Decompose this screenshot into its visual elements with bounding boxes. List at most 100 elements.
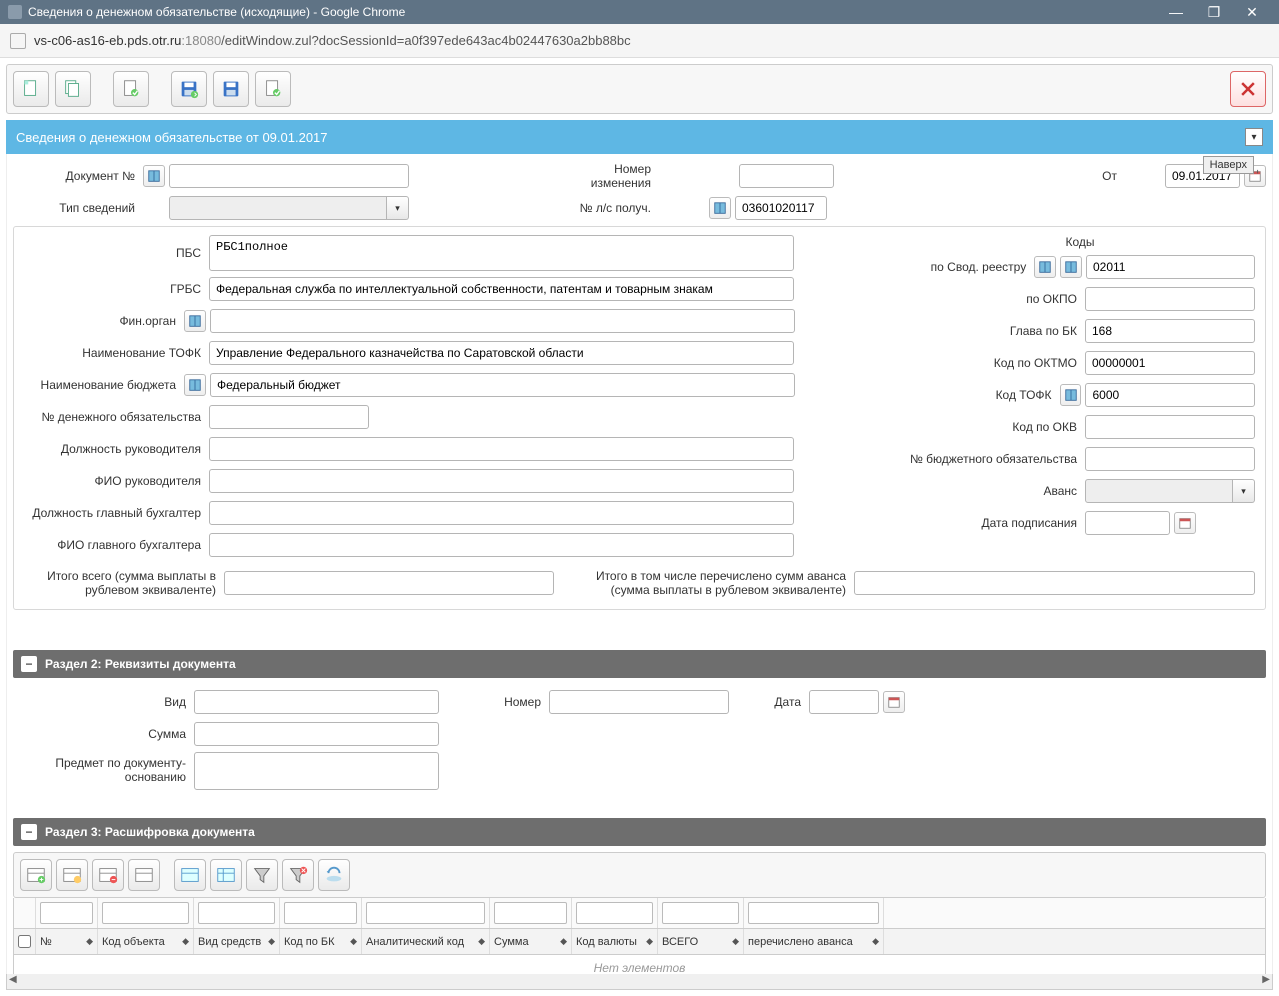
filter-col-4[interactable] — [366, 902, 485, 924]
toolbar-btn-6[interactable] — [255, 71, 291, 107]
filter-col-3[interactable] — [284, 902, 357, 924]
window-close-button[interactable]: ✕ — [1233, 4, 1271, 21]
close-button[interactable] — [1230, 71, 1266, 107]
grid-col-0[interactable]: №◆ — [36, 929, 98, 954]
toolbar-btn-2[interactable] — [55, 71, 91, 107]
section3-collapse-icon[interactable]: − — [21, 824, 37, 840]
predmet-input[interactable] — [194, 752, 439, 790]
grid-toolbar — [13, 852, 1266, 898]
summa-input[interactable] — [194, 722, 439, 746]
avans-dropdown-icon[interactable] — [1233, 479, 1255, 503]
doc-no-lookup-icon[interactable] — [143, 165, 165, 187]
okpo-input[interactable] — [1085, 287, 1255, 311]
minimize-button[interactable]: — — [1157, 4, 1195, 20]
kod-tofk-lookup-icon[interactable] — [1060, 384, 1082, 406]
filter-col-1[interactable] — [102, 902, 189, 924]
nomer-input[interactable] — [549, 690, 729, 714]
window-titlebar: Сведения о денежном обязательстве (исход… — [0, 0, 1279, 24]
filter-col-7[interactable] — [662, 902, 739, 924]
save-button-2[interactable] — [213, 71, 249, 107]
pbs-input[interactable] — [209, 235, 794, 271]
grid-col-5[interactable]: Сумма◆ — [490, 929, 572, 954]
filter-col-0[interactable] — [40, 902, 93, 924]
grid-col-6[interactable]: Код валюты◆ — [572, 929, 658, 954]
grid-btn-refresh[interactable] — [318, 859, 350, 891]
naverh-button[interactable]: Наверх — [1203, 156, 1254, 174]
grbs-input[interactable] — [209, 277, 794, 301]
tip-svedeniy-dropdown-icon[interactable] — [387, 196, 409, 220]
doc-no-input[interactable] — [169, 164, 409, 188]
glav-buh-dolzhnost-input[interactable] — [209, 501, 794, 525]
toolbar-btn-1[interactable] — [13, 71, 49, 107]
grid-col-8[interactable]: перечислено аванса◆ — [744, 929, 884, 954]
oktmo-input[interactable] — [1085, 351, 1255, 375]
data-podpis-calendar-icon[interactable] — [1174, 512, 1196, 534]
data-podpis-input[interactable] — [1085, 511, 1170, 535]
grid-btn-delete[interactable] — [92, 859, 124, 891]
grid-btn-edit[interactable] — [56, 859, 88, 891]
ruk-fio-input[interactable] — [209, 469, 794, 493]
tip-svedeniy-combo[interactable] — [169, 196, 409, 220]
grid-btn-copy[interactable] — [128, 859, 160, 891]
save-button-1[interactable] — [171, 71, 207, 107]
ls-no-input[interactable] — [735, 196, 827, 220]
fin-organ-input[interactable] — [210, 309, 795, 333]
maximize-button[interactable]: ❐ — [1195, 4, 1233, 21]
grid-btn-filter[interactable] — [246, 859, 278, 891]
label-svod-reestr: по Свод. реестру — [905, 260, 1034, 274]
grid-checkbox-all[interactable] — [18, 935, 31, 948]
svod-lookup-icon-1[interactable] — [1034, 256, 1056, 278]
label-summa: Сумма — [19, 727, 194, 741]
grid-col-3[interactable]: Код по БК◆ — [280, 929, 362, 954]
tofk-name-input[interactable] — [209, 341, 794, 365]
itogo-vsego-input[interactable] — [224, 571, 554, 595]
glava-bk-input[interactable] — [1085, 319, 1255, 343]
ruk-dolzhnost-input[interactable] — [209, 437, 794, 461]
grid-btn-filter-clear[interactable] — [282, 859, 314, 891]
budget-lookup-icon[interactable] — [184, 374, 206, 396]
grid-empty-text: Нет элементов — [13, 955, 1266, 974]
toolbar-btn-3[interactable] — [113, 71, 149, 107]
avans-combo[interactable] — [1085, 479, 1255, 503]
glav-buh-fio-input[interactable] — [209, 533, 794, 557]
label-pbs: ПБС — [24, 246, 209, 260]
itogo-avansa-input[interactable] — [854, 571, 1255, 595]
ls-lookup-icon[interactable] — [709, 197, 731, 219]
grid-col-2[interactable]: Вид средств◆ — [194, 929, 280, 954]
budzh-obyaz-no-input[interactable] — [1085, 447, 1255, 471]
header-collapse-button[interactable] — [1245, 128, 1263, 146]
label-itogo-vsego: Итого всего (сумма выплаты в рублевом эк… — [24, 569, 224, 597]
fin-organ-lookup-icon[interactable] — [184, 310, 206, 332]
grid-col-7[interactable]: ВСЕГО◆ — [658, 929, 744, 954]
grid-col-4[interactable]: Аналитический код◆ — [362, 929, 490, 954]
nomer-izmeneniya-input[interactable] — [739, 164, 834, 188]
label-okv: Код по ОКВ — [905, 420, 1085, 434]
filter-col-6[interactable] — [576, 902, 653, 924]
vid-input[interactable] — [194, 690, 439, 714]
kod-tofk-input[interactable] — [1085, 383, 1255, 407]
grid-col-1[interactable]: Код объекта◆ — [98, 929, 194, 954]
svod-reestr-input[interactable] — [1086, 255, 1255, 279]
data-calendar-icon[interactable] — [883, 691, 905, 713]
filter-col-5[interactable] — [494, 902, 567, 924]
data-input[interactable] — [809, 690, 879, 714]
label-grbs: ГРБС — [24, 282, 209, 296]
label-okpo: по ОКПО — [905, 292, 1085, 306]
filter-col-8[interactable] — [748, 902, 879, 924]
grid-btn-5[interactable] — [174, 859, 206, 891]
grid-btn-6[interactable] — [210, 859, 242, 891]
grid-btn-add[interactable] — [20, 859, 52, 891]
svod-lookup-icon-2[interactable] — [1060, 256, 1082, 278]
filter-col-2[interactable] — [198, 902, 275, 924]
okv-input[interactable] — [1085, 415, 1255, 439]
label-kody: Коды — [905, 235, 1255, 249]
tip-svedeniy-input[interactable] — [169, 196, 387, 220]
den-obyaz-no-input[interactable] — [209, 405, 369, 429]
section2-collapse-icon[interactable]: − — [21, 656, 37, 672]
main-toolbar — [6, 64, 1273, 114]
horizontal-scrollbar[interactable] — [6, 974, 1273, 990]
label-budzh-obyaz-no: № бюджетного обязательства — [905, 452, 1085, 466]
avans-input[interactable] — [1085, 479, 1233, 503]
label-fin-organ: Фин.орган — [24, 314, 184, 328]
budget-name-input[interactable] — [210, 373, 795, 397]
